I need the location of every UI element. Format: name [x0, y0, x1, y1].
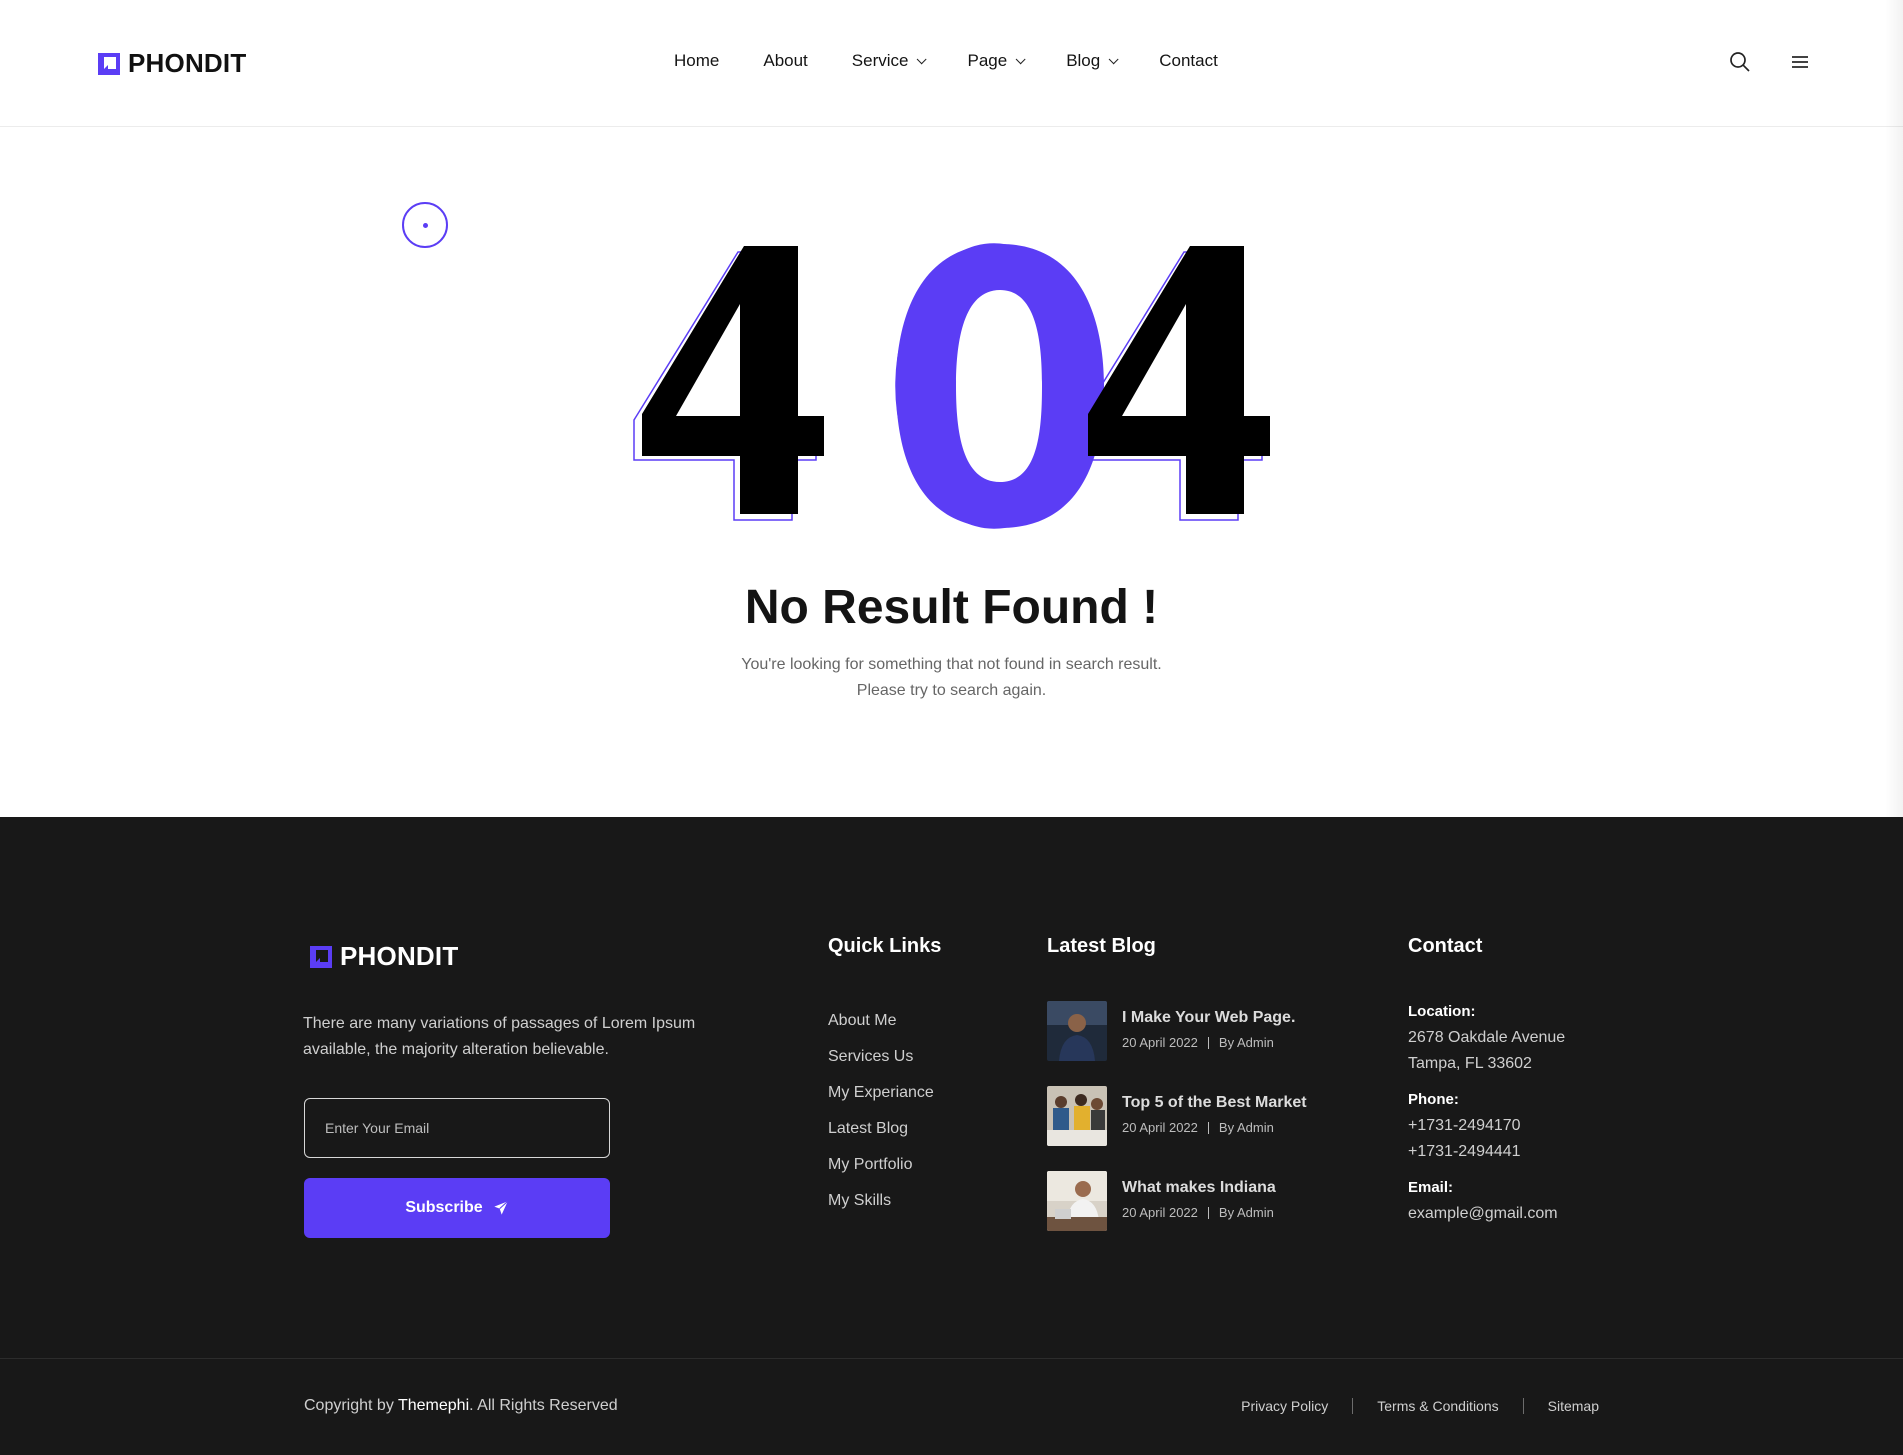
decorative-circle — [402, 202, 448, 248]
blog-post[interactable]: What makes Indiana 20 April 2022 By Admin — [1047, 1171, 1307, 1231]
main-nav: Home About Service Page Blog Contact — [674, 51, 1262, 71]
terms-conditions-link[interactable]: Terms & Conditions — [1377, 1398, 1498, 1414]
digit-zero — [896, 244, 1104, 528]
logo-text: PHONDIT — [340, 941, 459, 971]
nav-item-page[interactable]: Page — [967, 51, 1026, 71]
blog-thumbnail — [1047, 1086, 1107, 1146]
blog-post-meta: 20 April 2022 By Admin — [1122, 1035, 1295, 1050]
digit-four-left — [642, 246, 824, 514]
blog-post-date: 20 April 2022 — [1122, 1035, 1198, 1050]
contact-phone: Phone: +1731-2494170 +1731-2494441 — [1408, 1087, 1565, 1165]
blog-post-author: By Admin — [1218, 1205, 1274, 1220]
sitemap-link[interactable]: Sitemap — [1548, 1398, 1599, 1414]
site-footer: PHONDIT There are many variations of pas… — [0, 817, 1903, 1455]
phone-label: Phone: — [1408, 1091, 1459, 1108]
blog-post[interactable]: I Make Your Web Page. 20 April 2022 By Ad… — [1047, 1001, 1307, 1061]
quick-link-about-me[interactable]: About Me — [828, 1003, 934, 1039]
chevron-down-icon — [1108, 53, 1119, 64]
copyright-brand[interactable]: Themephi — [398, 1397, 469, 1414]
description-line: You're looking for something that not fo… — [741, 656, 1162, 673]
quick-link-experience[interactable]: My Experiance — [828, 1075, 934, 1111]
page-description: You're looking for something that not fo… — [0, 652, 1903, 704]
subscribe-label: Subscribe — [405, 1199, 483, 1216]
nav-item-about[interactable]: About — [763, 51, 807, 71]
blog-post-title[interactable]: Top 5 of the Best Market — [1122, 1094, 1307, 1112]
copyright-suffix: . All Rights Reserved — [469, 1397, 618, 1414]
nav-item-blog[interactable]: Blog — [1066, 51, 1119, 71]
quick-links-title: Quick Links — [828, 935, 942, 957]
location-line: 2678 Oakdale Avenue — [1408, 1029, 1566, 1046]
legal-links: Privacy Policy Terms & Conditions Sitema… — [1241, 1398, 1599, 1414]
send-icon — [494, 1200, 508, 1215]
blog-post-meta: 20 April 2022 By Admin — [1122, 1120, 1307, 1135]
nav-label: Contact — [1159, 51, 1218, 70]
menu-icon[interactable] — [1788, 50, 1812, 74]
error-code-404 — [633, 243, 1270, 529]
nav-label: Page — [967, 51, 1008, 70]
email-address[interactable]: example@gmail.com — [1408, 1201, 1565, 1227]
nav-label: About — [763, 51, 808, 70]
quick-link-services[interactable]: Services Us — [828, 1039, 934, 1075]
location-label: Location: — [1408, 1003, 1476, 1020]
logo-text: PHONDIT — [128, 48, 247, 78]
blog-post-title[interactable]: What makes Indiana — [1122, 1179, 1276, 1197]
legal-separator — [1522, 1398, 1524, 1414]
copyright-text: Copyright by Themephi. All Rights Reserv… — [304, 1397, 618, 1415]
blog-post-date: 20 April 2022 — [1122, 1205, 1198, 1220]
page-title: No Result Found ! — [744, 581, 1159, 634]
location-line: Tampa, FL 33602 — [1408, 1055, 1532, 1072]
footer-about-text: There are many variations of passages of… — [303, 1015, 696, 1058]
email-label: Email: — [1408, 1179, 1454, 1196]
contact-email: Email: example@gmail.com — [1408, 1175, 1565, 1227]
site-logo[interactable]: PHONDIT — [98, 48, 246, 79]
logo-mark-icon — [310, 945, 332, 968]
meta-separator — [1207, 1121, 1209, 1134]
quick-link-skills[interactable]: My Skills — [828, 1183, 934, 1219]
contact-info: Location: 2678 Oakdale Avenue Tampa, FL … — [1408, 999, 1565, 1237]
nav-item-service[interactable]: Service — [851, 51, 928, 71]
phone-number[interactable]: +1731-2494441 — [1408, 1139, 1565, 1165]
phone-number[interactable]: +1731-2494170 — [1408, 1113, 1565, 1139]
search-icon[interactable] — [1728, 50, 1752, 74]
blog-post-title[interactable]: I Make Your Web Page. — [1122, 1009, 1295, 1027]
meta-separator — [1207, 1036, 1209, 1049]
latest-blog-list: I Make Your Web Page. 20 April 2022 By Ad… — [1047, 1001, 1307, 1256]
contact-location: Location: 2678 Oakdale Avenue Tampa, FL … — [1408, 999, 1565, 1077]
blog-post-meta: 20 April 2022 By Admin — [1122, 1205, 1276, 1220]
legal-separator — [1352, 1398, 1354, 1414]
chevron-down-icon — [917, 53, 928, 64]
quick-links-list: About Me Services Us My Experiance Lates… — [828, 1003, 934, 1219]
scrollbar-edge — [1885, 0, 1903, 817]
nav-label: Home — [674, 51, 720, 70]
privacy-policy-link[interactable]: Privacy Policy — [1241, 1398, 1328, 1414]
copyright-prefix: Copyright by — [304, 1397, 398, 1414]
contact-title: Contact — [1408, 935, 1483, 957]
blog-post-date: 20 April 2022 — [1122, 1120, 1198, 1135]
meta-separator — [1207, 1206, 1209, 1219]
nav-item-contact[interactable]: Contact — [1159, 51, 1218, 71]
logo-mark-icon — [98, 52, 120, 75]
subscribe-button[interactable]: Subscribe — [304, 1178, 610, 1238]
quick-link-latest-blog[interactable]: Latest Blog — [828, 1111, 934, 1147]
blog-post-author: By Admin — [1218, 1120, 1274, 1135]
quick-link-portfolio[interactable]: My Portfolio — [828, 1147, 934, 1183]
blog-thumbnail — [1047, 1001, 1107, 1061]
chevron-down-icon — [1015, 53, 1026, 64]
blog-post[interactable]: Top 5 of the Best Market 20 April 2022 By… — [1047, 1086, 1307, 1146]
nav-label: Service — [851, 51, 909, 70]
blog-thumbnail — [1047, 1171, 1107, 1231]
digit-four-right — [1088, 246, 1270, 514]
blog-post-author: By Admin — [1218, 1035, 1274, 1050]
site-header: PHONDIT Home About Service Page Blog Con… — [0, 0, 1903, 127]
latest-blog-title: Latest Blog — [1047, 935, 1156, 957]
description-line: Please try to search again. — [856, 682, 1047, 699]
footer-logo[interactable]: PHONDIT — [310, 941, 458, 972]
nav-label: Blog — [1066, 51, 1101, 70]
footer-divider — [0, 1358, 1903, 1359]
nav-item-home[interactable]: Home — [674, 51, 719, 71]
email-input[interactable] — [304, 1098, 610, 1158]
